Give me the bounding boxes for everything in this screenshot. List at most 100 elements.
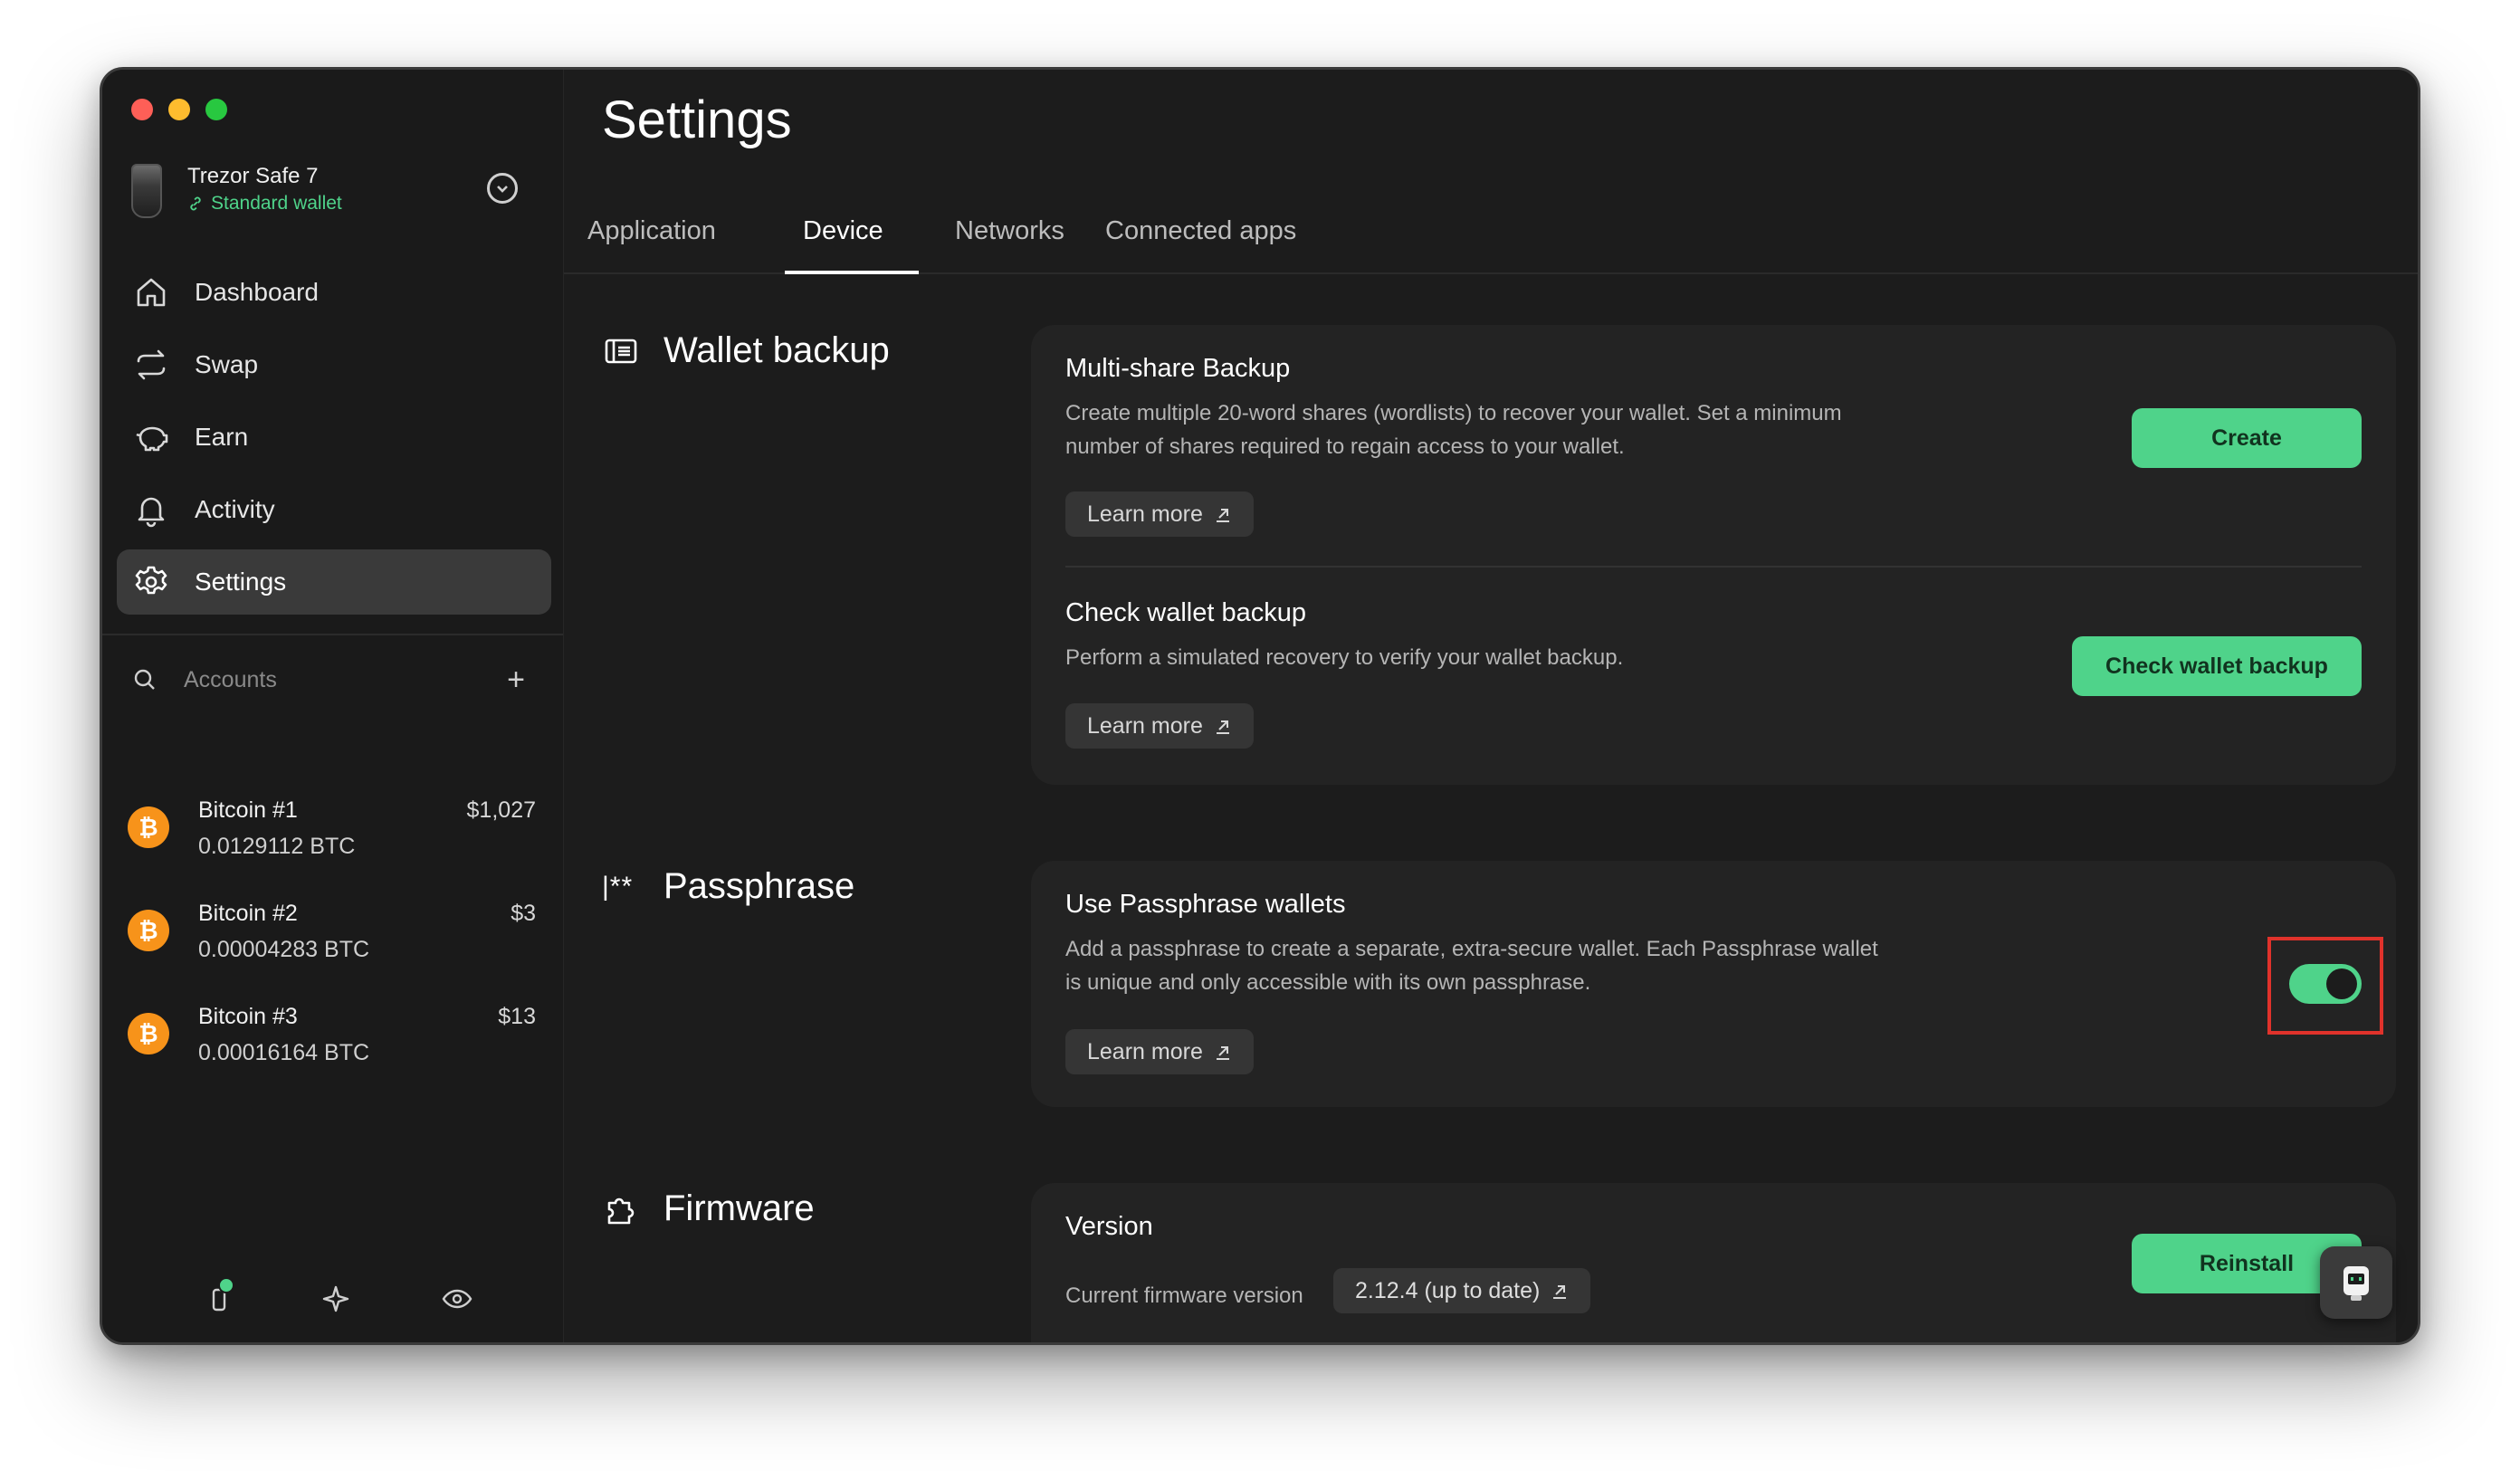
create-button[interactable]: Create: [2132, 408, 2362, 468]
section-passphrase: |** Passphrase: [602, 866, 854, 907]
accounts-header: Accounts +: [131, 660, 538, 700]
link-icon: [190, 196, 201, 211]
external-link-icon: [1216, 720, 1229, 734]
nav-item-earn[interactable]: Earn: [117, 405, 551, 470]
sidebar-divider: [102, 634, 563, 635]
learn-more-link[interactable]: Learn more: [1065, 491, 1254, 537]
row-description: Perform a simulated recovery to verify y…: [1065, 645, 1624, 670]
wallet-backup-card: Multi-share Backup Create multiple 20-wo…: [1031, 325, 2396, 785]
account-item[interactable]: ₿ Bitcoin #1 0.0129112 BTC $1,027: [128, 785, 538, 875]
account-fiat: $13: [498, 1004, 536, 1029]
row-description: Create multiple 20-word shares (wordlist…: [1065, 401, 1842, 459]
section-wallet-backup: Wallet backup: [602, 330, 890, 371]
home-icon: [137, 278, 166, 307]
account-fiat: $1,027: [466, 797, 536, 823]
main-content: Settings Application Device Networks Con…: [564, 70, 2418, 1342]
nav-item-settings[interactable]: Settings: [117, 549, 551, 615]
multishare-backup-row: Multi-share Backup Create multiple 20-wo…: [1065, 354, 2362, 571]
passphrase-icon: |**: [602, 871, 634, 902]
add-account-button[interactable]: +: [507, 663, 525, 698]
external-link-icon: [1216, 1046, 1229, 1060]
nav-label: Swap: [195, 350, 259, 378]
sidebar-footer: [102, 1277, 563, 1322]
version-row: Version Current firmware version 2.12.4 …: [1065, 1212, 2362, 1339]
account-balance: 0.00016164 BTC: [198, 1040, 370, 1065]
gear-icon: [135, 566, 167, 595]
main-nav: Dashboard Swap Earn Activity Settings: [117, 260, 551, 622]
minimize-window-button[interactable]: [168, 99, 190, 120]
accounts-label: Accounts: [184, 666, 277, 692]
window-controls: [131, 99, 227, 120]
section-firmware: Firmware: [602, 1188, 815, 1229]
swap-icon: [137, 349, 166, 380]
learn-more-link[interactable]: Learn more: [1065, 703, 1254, 749]
check-backup-row: Check wallet backup Perform a simulated …: [1065, 598, 2362, 761]
nav-label: Earn: [195, 423, 249, 451]
firmware-card: Version Current firmware version 2.12.4 …: [1031, 1183, 2396, 1342]
app-window: Trezor Safe 7 Standard wallet Dashboard: [100, 67, 2420, 1345]
account-name: Bitcoin #2: [198, 901, 298, 926]
nav-label: Dashboard: [195, 278, 319, 306]
firmware-version-value: 2.12.4 (up to date): [1355, 1277, 1541, 1303]
trezor-device-icon: [131, 164, 162, 218]
current-version-label: Current firmware version: [1065, 1283, 1303, 1308]
learn-more-link[interactable]: Learn more: [1065, 1029, 1254, 1074]
account-name: Bitcoin #1: [198, 797, 298, 823]
puzzle-icon: [607, 1198, 635, 1224]
sidebar: Trezor Safe 7 Standard wallet Dashboard: [102, 70, 564, 1342]
check-wallet-backup-button[interactable]: Check wallet backup: [2072, 636, 2362, 696]
wallet-backup-icon: [605, 339, 637, 363]
account-balance: 0.00004283 BTC: [198, 937, 370, 962]
passphrase-toggle[interactable]: [2289, 964, 2362, 1004]
tab-device[interactable]: Device: [803, 216, 883, 246]
tab-networks[interactable]: Networks: [955, 216, 1064, 246]
section-title: Passphrase: [663, 866, 855, 906]
account-item[interactable]: ₿ Bitcoin #2 0.00004283 BTC $3: [128, 888, 538, 978]
bitcoin-icon: ₿: [128, 1013, 169, 1054]
support-bot-button[interactable]: [2320, 1246, 2392, 1319]
device-switcher[interactable]: Trezor Safe 7 Standard wallet: [131, 160, 538, 233]
settings-tabs: Application Device Networks Connected ap…: [564, 196, 2418, 274]
section-title: Firmware: [663, 1188, 815, 1228]
maximize-window-button[interactable]: [205, 99, 227, 120]
external-link-icon: [1216, 509, 1229, 522]
toggle-knob: [2326, 969, 2357, 999]
piggy-bank-icon: [136, 426, 168, 452]
row-title: Check wallet backup: [1065, 598, 1306, 627]
learn-more-label: Learn more: [1087, 501, 1203, 527]
use-passphrase-row: Use Passphrase wallets Add a passphrase …: [1065, 890, 2362, 1089]
search-icon[interactable]: [131, 666, 158, 693]
device-name: Trezor Safe 7: [187, 164, 319, 188]
passphrase-card: Use Passphrase wallets Add a passphrase …: [1031, 861, 2396, 1107]
row-description: Add a passphrase to create a separate, e…: [1065, 937, 1878, 995]
robot-icon: [2343, 1266, 2369, 1301]
wallet-type: Standard wallet: [187, 193, 342, 215]
account-fiat: $3: [511, 901, 536, 926]
external-link-icon: [1553, 1285, 1567, 1299]
wallet-type-label: Standard wallet: [211, 193, 342, 214]
learn-more-label: Learn more: [1087, 1038, 1203, 1064]
tab-application[interactable]: Application: [587, 216, 716, 246]
eye-icon[interactable]: [441, 1283, 473, 1315]
section-title: Wallet backup: [663, 330, 890, 370]
bitcoin-icon: ₿: [128, 806, 169, 848]
nav-label: Settings: [195, 568, 287, 596]
row-title: Use Passphrase wallets: [1065, 890, 1346, 919]
connected-indicator: [218, 1277, 234, 1293]
nav-item-swap[interactable]: Swap: [117, 332, 551, 397]
close-window-button[interactable]: [131, 99, 153, 120]
bell-icon: [138, 497, 165, 528]
account-item[interactable]: ₿ Bitcoin #3 0.00016164 BTC $13: [128, 991, 538, 1082]
bitcoin-icon: ₿: [128, 910, 169, 951]
nav-item-dashboard[interactable]: Dashboard: [117, 260, 551, 325]
account-balance: 0.0129112 BTC: [198, 834, 356, 859]
learn-more-label: Learn more: [1087, 712, 1203, 739]
sparkle-icon[interactable]: [320, 1283, 352, 1315]
page-title: Settings: [602, 91, 792, 149]
firmware-version-link[interactable]: 2.12.4 (up to date): [1333, 1268, 1591, 1313]
chevron-down-icon[interactable]: [487, 173, 518, 204]
nav-label: Activity: [195, 495, 275, 523]
tab-connected-apps[interactable]: Connected apps: [1105, 216, 1296, 246]
nav-item-activity[interactable]: Activity: [117, 477, 551, 542]
row-separator: [1065, 566, 2362, 568]
